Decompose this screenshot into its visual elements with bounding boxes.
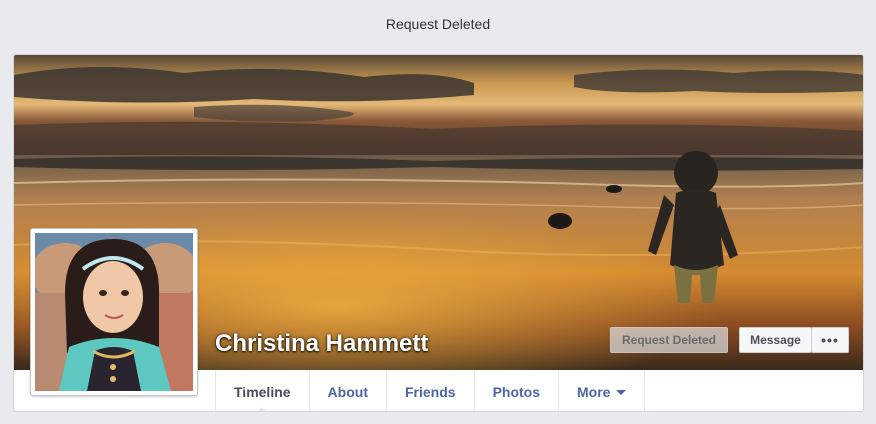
profile-picture[interactable] — [30, 228, 198, 396]
tab-friends[interactable]: Friends — [387, 370, 475, 411]
ellipsis-icon: ••• — [821, 332, 839, 348]
tab-more-label: More — [577, 383, 611, 400]
profile-tabs: Timeline About Friends Photos More — [215, 370, 646, 411]
tab-about[interactable]: About — [310, 370, 387, 411]
profile-header: Christina Hammett Request Deleted Messag… — [13, 54, 864, 412]
caret-down-icon — [616, 390, 627, 395]
tab-more[interactable]: More — [559, 370, 646, 411]
tab-photos[interactable]: Photos — [475, 370, 560, 411]
status-message: Request Deleted — [385, 16, 491, 32]
avatar — [35, 233, 193, 391]
profile-name[interactable]: Christina Hammett — [215, 330, 428, 358]
message-button[interactable]: Message — [739, 327, 812, 353]
tab-timeline[interactable]: Timeline — [216, 370, 310, 411]
more-actions-button[interactable]: ••• — [811, 327, 849, 353]
request-deleted-button[interactable]: Request Deleted — [610, 327, 728, 353]
